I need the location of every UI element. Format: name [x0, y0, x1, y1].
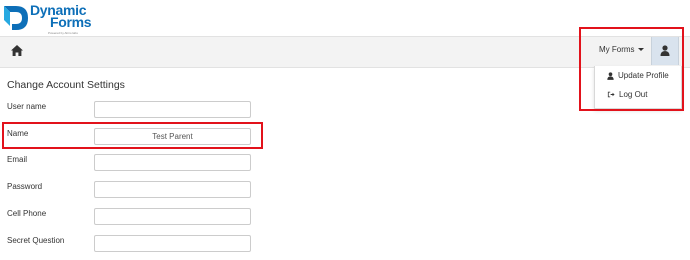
- email-field[interactable]: [94, 154, 251, 171]
- password-label: Password: [7, 182, 43, 191]
- page-title: Change Account Settings: [7, 79, 125, 91]
- logo-mark-icon: [4, 6, 28, 30]
- username-field[interactable]: [94, 101, 251, 118]
- highlight-box-dropdown: [579, 27, 684, 111]
- cell-phone-field[interactable]: [94, 208, 251, 225]
- highlight-box-name: [2, 122, 263, 149]
- home-icon[interactable]: [10, 44, 24, 58]
- email-label: Email: [7, 155, 28, 164]
- secret-question-label: Secret Question: [7, 236, 65, 245]
- logo-tagline: Powered by Abrio labs: [48, 31, 78, 35]
- dynamic-forms-logo[interactable]: Dynamic Forms Powered by Abrio labs: [2, 2, 94, 36]
- secret-question-field[interactable]: [94, 235, 251, 252]
- username-label: User name: [7, 102, 47, 111]
- cell-phone-label: Cell Phone: [7, 209, 47, 218]
- logo-text-line2: Forms: [50, 14, 92, 30]
- password-field[interactable]: [94, 181, 251, 198]
